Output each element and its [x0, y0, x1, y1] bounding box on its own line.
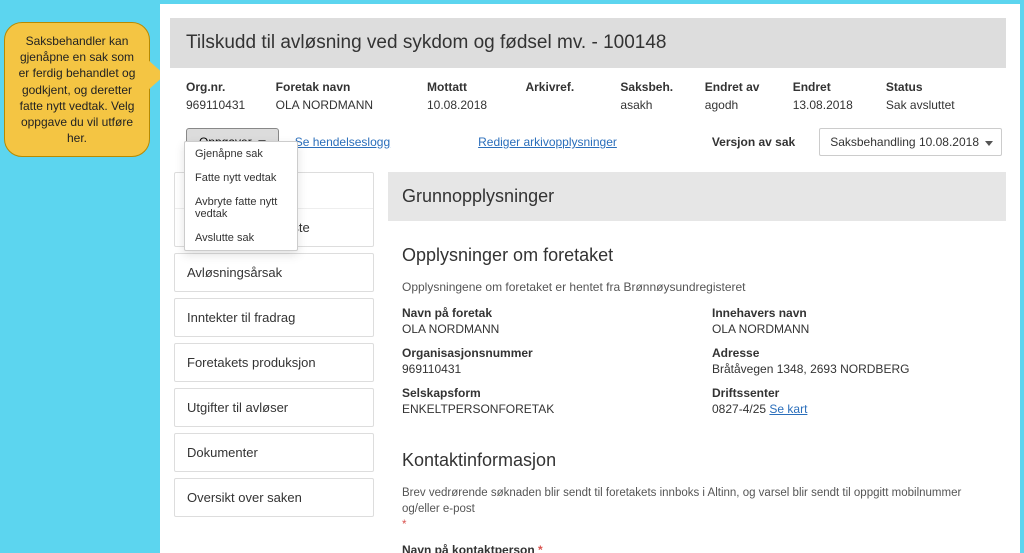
field-orgnr: Organisasjonsnummer 969110431 — [402, 346, 682, 376]
required-star: * — [402, 519, 406, 531]
meta-endret: Endret 13.08.2018 — [793, 80, 858, 112]
versjon-value: Saksbehandling 10.08.2018 — [830, 135, 979, 149]
chevron-down-icon — [985, 141, 993, 146]
sidebar-item-inntekter[interactable]: Inntekter til fradrag — [175, 299, 373, 336]
dropdown-avbryte-fatte-nytt-vedtak[interactable]: Avbryte fatte nytt vedtak — [185, 190, 297, 226]
meta-orgnr: Org.nr. 969110431 — [186, 80, 248, 112]
meta-saksbeh: Saksbeh. asakh — [620, 80, 676, 112]
versjon-label: Versjon av sak — [712, 135, 795, 149]
hendelseslogg-link[interactable]: Se hendelseslogg — [295, 135, 390, 149]
meta-foretak: Foretak navn OLA NORDMANN — [276, 80, 399, 112]
page-container: Tilskudd til avløsning ved sykdom og fød… — [160, 4, 1020, 553]
field-navn-foretak: Navn på foretak OLA NORDMANN — [402, 306, 682, 336]
dropdown-gjenapne-sak[interactable]: Gjenåpne sak — [185, 142, 297, 166]
field-adresse: Adresse Bråtåvegen 1348, 2693 NORDBERG — [712, 346, 992, 376]
navn-kontaktperson-label: Navn på kontaktperson * — [402, 543, 992, 553]
field-driftssenter: Driftssenter 0827-4/25 Se kart — [712, 386, 992, 416]
field-innehaver: Innehavers navn OLA NORDMANN — [712, 306, 992, 336]
sidebar-item-foretakets-produksjon[interactable]: Foretakets produksjon — [175, 344, 373, 381]
meta-arkivref: Arkivref. — [525, 80, 592, 112]
required-star: * — [538, 543, 543, 553]
se-kart-link[interactable]: Se kart — [769, 402, 807, 416]
brev-note: Brev vedrørende søknaden blir sendt til … — [402, 485, 992, 533]
dropdown-fatte-nytt-vedtak[interactable]: Fatte nytt vedtak — [185, 166, 297, 190]
page-title: Tilskudd til avløsning ved sykdom og fød… — [170, 18, 1006, 68]
sidebar-item-oversikt[interactable]: Oversikt over saken — [175, 479, 373, 516]
section-hint: Opplysningene om foretaket er hentet fra… — [402, 280, 992, 294]
section-title-kontakt: Kontaktinformasjon — [402, 450, 992, 471]
callout-text: Saksbehandler kan gjenåpne en sak som er… — [19, 34, 136, 145]
meta-row: Org.nr. 969110431 Foretak navn OLA NORDM… — [170, 68, 1006, 120]
panel-body: Opplysninger om foretaket Opplysningene … — [388, 221, 1006, 553]
oppgaver-dropdown: Gjenåpne sak Fatte nytt vedtak Avbryte f… — [184, 141, 298, 251]
meta-status: Status Sak avsluttet — [886, 80, 974, 112]
meta-mottatt: Mottatt 10.08.2018 — [427, 80, 497, 112]
versjon-select[interactable]: Saksbehandling 10.08.2018 — [819, 128, 1002, 156]
foretak-grid: Navn på foretak OLA NORDMANN Innehavers … — [402, 306, 992, 416]
section-title-foretaket: Opplysninger om foretaket — [402, 245, 992, 266]
help-callout: Saksbehandler kan gjenåpne en sak som er… — [4, 22, 150, 157]
meta-endret-av: Endret av agodh — [705, 80, 765, 112]
dropdown-avslutte-sak[interactable]: Avslutte sak — [185, 226, 297, 250]
sidebar-item-utgifter[interactable]: Utgifter til avløser — [175, 389, 373, 426]
panel-header: Grunnopplysninger — [388, 172, 1006, 221]
sidebar-item-dokumenter[interactable]: Dokumenter — [175, 434, 373, 471]
rediger-arkiv-link[interactable]: Rediger arkivopplysninger — [478, 135, 617, 149]
field-selskapsform: Selskapsform ENKELTPERSONFORETAK — [402, 386, 682, 416]
sidebar-item-avlosningsarsak[interactable]: Avløsningsårsak — [175, 254, 373, 291]
main-panel: Grunnopplysninger Opplysninger om foreta… — [388, 172, 1006, 553]
kontakt-block: Kontaktinformasjon Brev vedrørende søkna… — [402, 450, 992, 553]
